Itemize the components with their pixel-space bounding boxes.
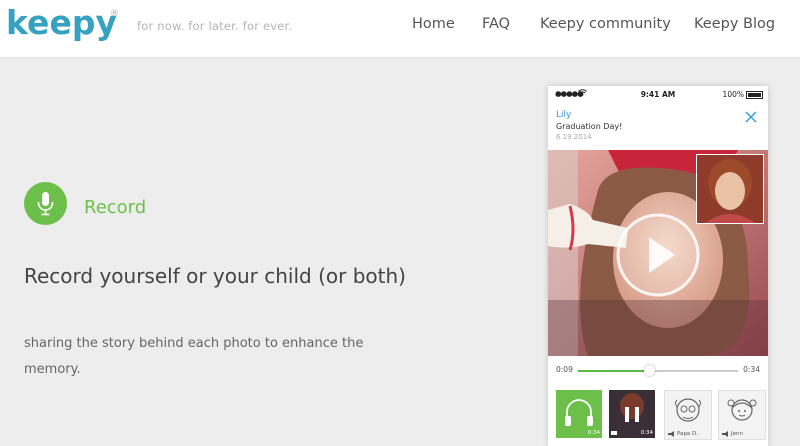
feature-headline: Record yourself or your child (or both): [24, 264, 406, 288]
record-badge: [24, 182, 67, 225]
battery-level: 100%: [722, 90, 744, 99]
play-icon[interactable]: [613, 210, 703, 300]
progress-track[interactable]: [578, 365, 738, 376]
feature-description: sharing the story behind each photo to e…: [24, 336, 364, 377]
elapsed-time: 0:09: [556, 365, 573, 374]
svg-text:®: ®: [110, 9, 118, 19]
speaker-icon: [668, 431, 674, 437]
playback-progress[interactable]: 0:09 0:34: [548, 362, 768, 376]
total-duration: 0:34: [743, 365, 760, 374]
post-title: Graduation Day!: [556, 122, 623, 131]
keepy-logo[interactable]: keepy ®: [6, 4, 118, 48]
comment-author: Papa D.: [677, 431, 699, 437]
post-date: 6.19.2014: [556, 133, 592, 141]
progress-fill: [578, 370, 650, 372]
close-icon[interactable]: [744, 110, 758, 124]
video-comment[interactable]: 0:34: [609, 390, 655, 438]
comment-length: 0:34: [640, 430, 653, 436]
status-bar: ●●●●● 9:41 AM 100%: [548, 86, 768, 104]
video-comment-thumbnail[interactable]: [696, 154, 764, 224]
phone-mockup: ●●●●● 9:41 AM 100% Lily Graduation Day! …: [548, 86, 768, 446]
microphone-icon: [37, 192, 54, 216]
battery-icon: [746, 91, 763, 99]
comment-thumbnails: 0:34 0:34 Papa D. Jenn: [556, 390, 766, 440]
audio-comment-active[interactable]: 0:34: [556, 390, 602, 438]
nav-home-link[interactable]: Home: [412, 16, 455, 32]
nav-blog-link[interactable]: Keepy Blog: [694, 16, 775, 32]
audio-comment-papa[interactable]: Papa D.: [664, 390, 712, 440]
grandmother-photo: [697, 155, 763, 223]
post-child-name[interactable]: Lily: [556, 110, 571, 120]
nav-faq-link[interactable]: FAQ: [482, 16, 510, 32]
tagline: for now. for later. for ever.: [137, 19, 293, 33]
progress-knob[interactable]: [644, 365, 655, 376]
comment-author: Jenn: [731, 431, 743, 437]
svg-text:keepy: keepy: [6, 4, 117, 42]
comment-length: 0:34: [587, 430, 600, 436]
feature-title: Record: [84, 197, 147, 218]
speaker-icon: [722, 431, 728, 437]
audio-comment-jenn[interactable]: Jenn: [718, 390, 766, 440]
video-player[interactable]: [548, 150, 768, 356]
nav-community-link[interactable]: Keepy community: [540, 16, 671, 32]
site-header: keepy ® for now. for later. for ever. Ho…: [0, 0, 800, 58]
